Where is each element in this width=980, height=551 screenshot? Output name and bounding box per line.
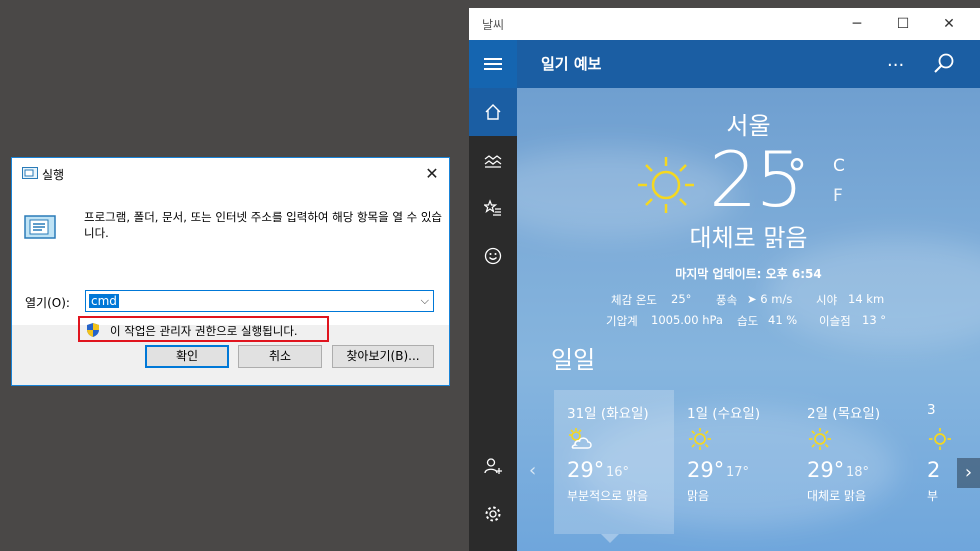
sun-icon bbox=[689, 428, 711, 450]
open-label: 열기(O): bbox=[25, 296, 70, 310]
day-condition: 맑음 bbox=[687, 489, 710, 503]
sun-icon bbox=[929, 428, 951, 450]
open-input-value[interactable]: cmd bbox=[89, 294, 119, 308]
visibility-label: 시야 bbox=[816, 293, 838, 307]
selected-day-indicator bbox=[601, 534, 619, 543]
browse-button[interactable]: 찾아보기(B)... bbox=[332, 345, 434, 368]
day-name: 31일 (화요일) bbox=[567, 406, 649, 422]
ok-button[interactable]: 확인 bbox=[145, 345, 229, 368]
cancel-button[interactable]: 취소 bbox=[238, 345, 322, 368]
degree-symbol: ° bbox=[787, 152, 807, 198]
feels-like-label: 체감 온도 bbox=[611, 293, 657, 307]
user-add-icon bbox=[484, 458, 502, 474]
last-updated: 마지막 업데이트: 오후 6:54 bbox=[675, 267, 822, 281]
nav-favorites[interactable] bbox=[469, 184, 517, 232]
chevron-right-icon[interactable]: › bbox=[957, 458, 980, 488]
home-icon bbox=[485, 104, 501, 120]
minimize-icon[interactable]: ─ bbox=[834, 8, 880, 40]
close-icon[interactable]: ✕ bbox=[926, 8, 972, 40]
pressure-label: 기압계 bbox=[606, 314, 638, 328]
nav-forecast[interactable] bbox=[469, 88, 517, 136]
search-icon[interactable] bbox=[933, 52, 955, 74]
run-app-icon bbox=[24, 215, 56, 239]
run-app-icon bbox=[22, 167, 38, 179]
gear-icon bbox=[485, 506, 501, 522]
weather-header: 일기 예보 ... bbox=[469, 40, 980, 88]
weather-window: 날씨 ─ ☐ ✕ 일기 예보 ... 서울 25 ° C F 대체로 맑음 마지… bbox=[469, 8, 980, 551]
high-temperature: 29° bbox=[687, 458, 725, 482]
high-temperature: 2 bbox=[927, 458, 941, 482]
sun-icon bbox=[638, 157, 694, 213]
day-card[interactable]: 31일 (화요일) 29° 16° 부분적으로 맑음 bbox=[554, 390, 674, 534]
humidity-value: 41 % bbox=[768, 313, 798, 327]
star-list-icon bbox=[484, 199, 501, 216]
high-temperature: 29° bbox=[567, 458, 605, 482]
maximize-icon[interactable]: ☐ bbox=[880, 8, 926, 40]
sun-icon bbox=[809, 428, 831, 450]
admin-notice-text: 이 작업은 관리자 권한으로 실행됩니다. bbox=[110, 324, 298, 338]
nav-account[interactable] bbox=[469, 442, 517, 490]
weather-titlebar[interactable]: 날씨 ─ ☐ ✕ bbox=[469, 8, 980, 40]
pressure-value: 1005.00 hPa bbox=[651, 313, 723, 327]
current-condition: 대체로 맑음 bbox=[689, 224, 808, 252]
unit-fahrenheit[interactable]: F bbox=[833, 186, 843, 206]
chevron-left-icon[interactable]: ‹ bbox=[529, 460, 536, 481]
wind-value: ➤ 6 m/s bbox=[747, 292, 793, 306]
run-description: 프로그램, 폴더, 문서, 또는 인터넷 주소를 입력하여 해당 항목을 열 수… bbox=[84, 210, 442, 240]
navigation-rail bbox=[469, 88, 517, 551]
run-titlebar[interactable]: 실행 ✕ bbox=[12, 158, 449, 189]
humidity-label: 습도 bbox=[737, 314, 759, 328]
close-icon[interactable]: ✕ bbox=[415, 158, 449, 189]
day-card[interactable]: 1일 (수요일) 29° 17° 맑음 bbox=[674, 390, 794, 534]
nav-life[interactable] bbox=[469, 232, 517, 280]
day-name: 2일 (목요일) bbox=[807, 406, 881, 422]
nav-maps[interactable] bbox=[469, 136, 517, 184]
run-body: 프로그램, 폴더, 문서, 또는 인터넷 주소를 입력하여 해당 항목을 열 수… bbox=[12, 189, 449, 342]
run-dialog: 실행 ✕ 프로그램, 폴더, 문서, 또는 인터넷 주소를 입력하여 해당 항목… bbox=[11, 157, 450, 386]
day-name: 3 bbox=[927, 402, 936, 418]
visibility-value: 14 km bbox=[848, 292, 885, 306]
chevron-down-icon[interactable]: ⌵ bbox=[421, 294, 429, 308]
open-combobox[interactable]: cmd ⌵ bbox=[85, 290, 434, 312]
day-name: 1일 (수요일) bbox=[687, 406, 761, 422]
smiley-icon bbox=[484, 247, 502, 265]
day-card[interactable]: 2일 (목요일) 29° 18° 대체로 맑음 bbox=[794, 390, 914, 534]
daily-section-title: 일일 bbox=[551, 346, 596, 374]
hamburger-menu-icon[interactable] bbox=[469, 40, 517, 88]
feels-like-value: 25° bbox=[671, 292, 692, 306]
low-temperature: 17° bbox=[726, 465, 750, 480]
unit-celsius[interactable]: C bbox=[833, 156, 845, 176]
page-title: 일기 예보 bbox=[541, 55, 602, 73]
day-condition: 부 bbox=[927, 489, 939, 503]
more-options-icon[interactable]: ... bbox=[887, 50, 904, 71]
day-condition: 대체로 맑음 bbox=[807, 489, 867, 503]
nav-settings[interactable] bbox=[469, 490, 517, 538]
low-temperature: 18° bbox=[846, 465, 870, 480]
dew-point-value: 13 ° bbox=[862, 313, 887, 327]
high-temperature: 29° bbox=[807, 458, 845, 482]
low-temperature: 16° bbox=[606, 465, 630, 480]
run-title: 실행 bbox=[42, 168, 65, 182]
wind-label: 풍속 bbox=[716, 293, 738, 307]
dew-point-label: 이슬점 bbox=[819, 314, 851, 328]
chart-icon bbox=[484, 155, 502, 168]
admin-notice-highlight: 이 작업은 관리자 권한으로 실행됩니다. bbox=[78, 316, 329, 342]
shield-icon bbox=[87, 323, 99, 337]
weather-window-title: 날씨 bbox=[482, 18, 505, 32]
partly-cloudy-icon bbox=[569, 428, 592, 449]
forecast-panel: 서울 25 ° C F 대체로 맑음 마지막 업데이트: 오후 6:54 체감 … bbox=[517, 88, 980, 551]
day-condition: 부분적으로 맑음 bbox=[567, 489, 649, 503]
